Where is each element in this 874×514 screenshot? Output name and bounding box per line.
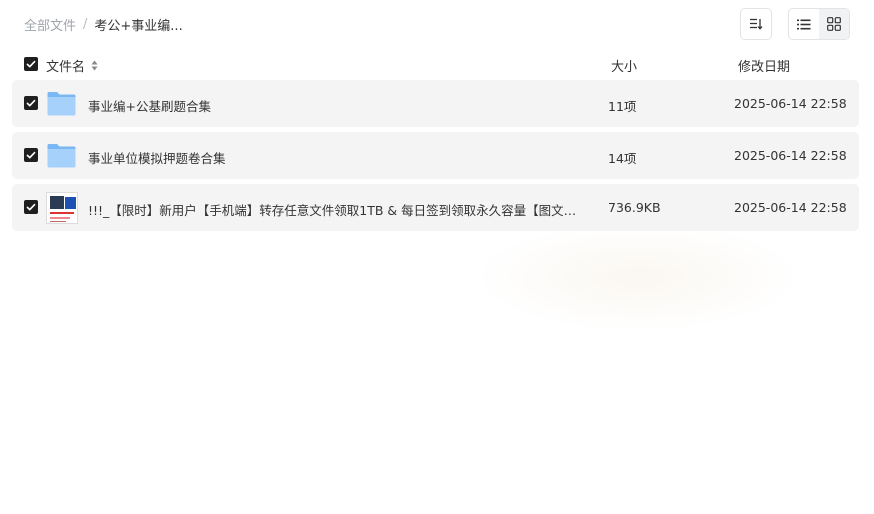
list-view-icon [797, 19, 811, 29]
sort-button[interactable] [740, 8, 772, 40]
column-header-date[interactable]: 修改日期 [738, 56, 790, 75]
image-thumbnail-icon [46, 192, 78, 224]
grid-view-icon [827, 17, 841, 31]
file-size: 736.9KB [608, 200, 661, 215]
grid-view-button[interactable] [819, 9, 849, 39]
check-icon [26, 151, 36, 159]
table-header: 文件名 大小 修改日期 [12, 50, 859, 78]
file-name[interactable]: 事业编+公基刷题合集 [88, 96, 588, 115]
check-icon [26, 203, 36, 211]
select-all-checkbox[interactable] [24, 57, 38, 71]
breadcrumb-separator: / [83, 17, 88, 32]
file-size: 11项 [608, 99, 637, 114]
table-row[interactable]: 事业单位模拟押题卷合集 14项 2025-06-14 22:58 [12, 132, 859, 179]
column-header-name[interactable]: 文件名 [46, 56, 98, 75]
check-icon [26, 60, 36, 68]
file-browser: 全部文件 / 考公+事业编... 文件名 大小 修改日期 事业编+公基刷题合集 … [0, 0, 874, 514]
file-date: 2025-06-14 22:58 [734, 148, 847, 163]
sort-caret-icon [91, 60, 98, 71]
row-checkbox[interactable] [24, 96, 38, 110]
file-date: 2025-06-14 22:58 [734, 200, 847, 215]
view-toggle [788, 8, 850, 40]
breadcrumb-current: 考公+事业编... [94, 19, 183, 34]
file-date: 2025-06-14 22:58 [734, 96, 847, 111]
list-view-button[interactable] [789, 9, 819, 39]
folder-icon [47, 92, 76, 116]
column-header-size[interactable]: 大小 [611, 56, 637, 75]
breadcrumb: 全部文件 / 考公+事业编... [24, 15, 183, 34]
file-name[interactable]: !!!_【限时】新用户【手机端】转存任意文件领取1TB & 每日签到领取永久容量… [88, 200, 578, 219]
folder-icon [47, 144, 76, 168]
column-header-name-label: 文件名 [46, 60, 86, 75]
row-checkbox[interactable] [24, 200, 38, 214]
table-row[interactable]: 事业编+公基刷题合集 11项 2025-06-14 22:58 [12, 80, 859, 127]
top-bar: 全部文件 / 考公+事业编... [24, 8, 850, 40]
breadcrumb-root[interactable]: 全部文件 [24, 15, 76, 34]
hover-glow [474, 222, 802, 332]
file-name[interactable]: 事业单位模拟押题卷合集 [88, 148, 588, 167]
file-size: 14项 [608, 151, 637, 166]
check-icon [26, 99, 36, 107]
sort-list-icon [750, 18, 763, 30]
row-checkbox[interactable] [24, 148, 38, 162]
